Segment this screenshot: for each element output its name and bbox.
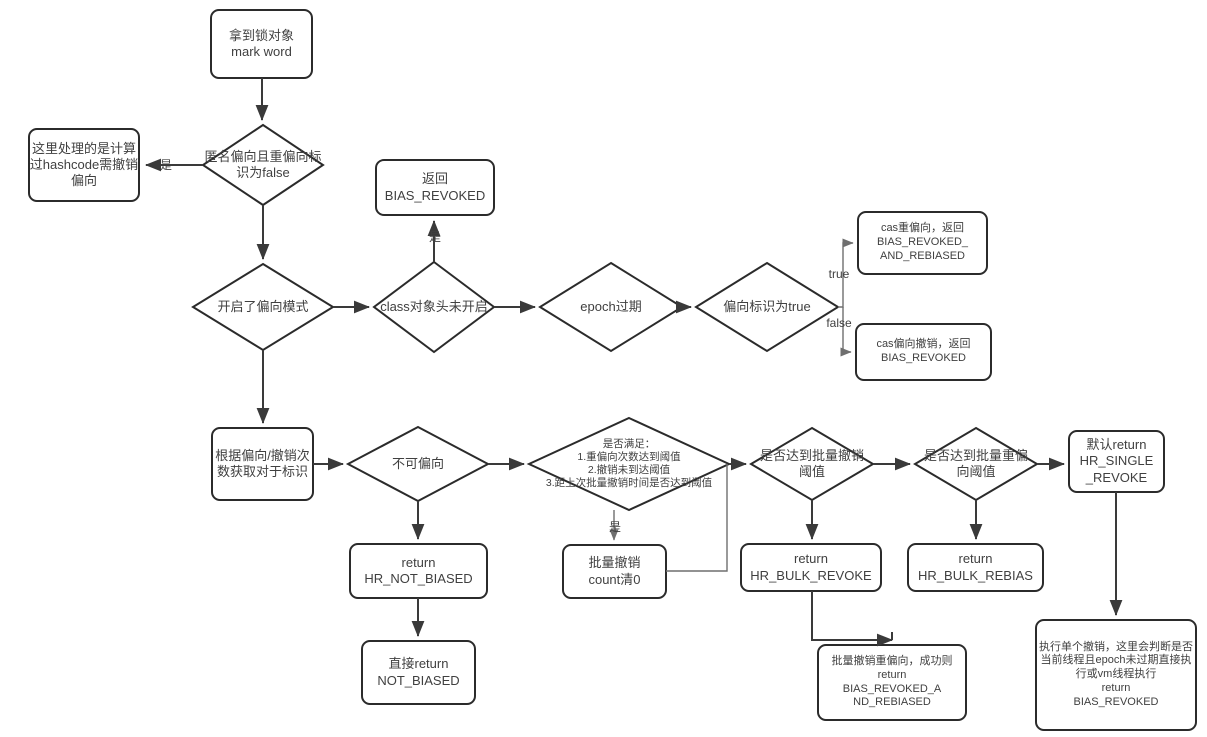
node-n12-shape bbox=[345, 425, 491, 503]
edge-label-yes-hashcode: 是 bbox=[159, 158, 172, 172]
edge-label-yes-bulk: 是 bbox=[608, 520, 621, 534]
node-n10-shape bbox=[855, 323, 992, 381]
node-n19-shape bbox=[817, 644, 967, 721]
node-n13-shape bbox=[349, 543, 488, 599]
node-n22-shape bbox=[1068, 430, 1165, 493]
node-n15-shape bbox=[526, 416, 732, 512]
node-n18-shape bbox=[740, 543, 882, 592]
node-n11-shape bbox=[211, 427, 314, 501]
node-n9-shape bbox=[857, 211, 988, 275]
node-n2-shape bbox=[201, 123, 325, 207]
node-n1-shape bbox=[210, 9, 313, 79]
node-n8-shape bbox=[694, 261, 840, 353]
edge-label-true: true bbox=[828, 267, 850, 281]
edge-label-yes-class-header: 是 bbox=[428, 230, 441, 244]
node-n16-shape bbox=[562, 544, 667, 599]
flowchart-svg bbox=[28, 9, 1197, 731]
flowchart-canvas: 拿到锁对象 mark word 匿名偏向且重偏向标识为false 这里处理的是计… bbox=[0, 0, 1207, 737]
edge-n18-n19 bbox=[811, 591, 893, 647]
node-n5-shape bbox=[372, 260, 496, 354]
node-n23-shape bbox=[1035, 619, 1197, 731]
node-n6-shape bbox=[375, 159, 495, 216]
node-n7-shape bbox=[538, 261, 684, 353]
node-n4-shape bbox=[191, 262, 335, 352]
node-n3-shape bbox=[28, 128, 140, 202]
node-n14-shape bbox=[361, 640, 476, 705]
edge-label-false: false bbox=[826, 316, 852, 330]
node-n21-shape bbox=[907, 543, 1044, 592]
node-n20-shape bbox=[913, 426, 1039, 502]
node-n17-shape bbox=[749, 426, 875, 502]
